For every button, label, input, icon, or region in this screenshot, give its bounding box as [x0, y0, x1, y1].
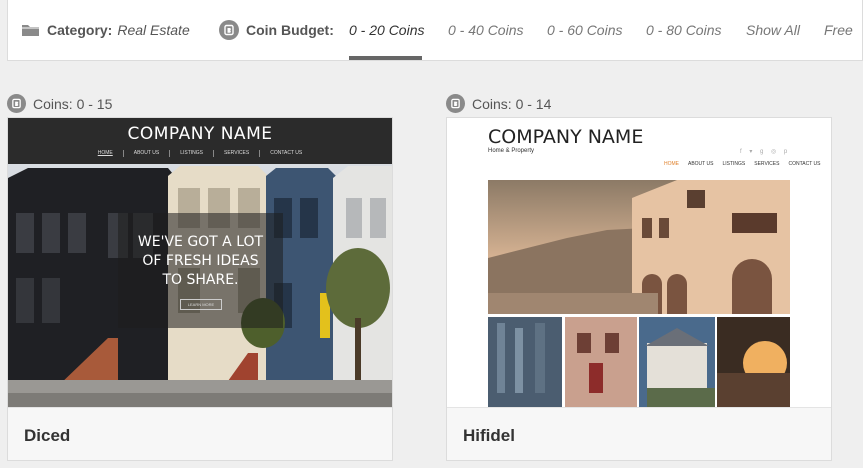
budget-option-free[interactable]: Free [824, 22, 853, 38]
property-photos [488, 180, 790, 407]
active-option-underline [349, 56, 422, 60]
template-coins-hifidel: Coins: 0 - 14 [446, 94, 551, 113]
template-name[interactable]: Diced [24, 426, 70, 446]
preview-logo: COMPANY NAME [127, 124, 273, 144]
coin-budget-label: Coin Budget: [246, 22, 334, 38]
preview-header: COMPANY NAME HOME ABOUT US LISTINGS SERV… [8, 118, 392, 164]
coins-range: Coins: 0 - 15 [33, 95, 113, 112]
filter-bar: Category: Real Estate Coin Budget: 0 - 2… [7, 0, 863, 61]
template-card-footer: Diced [8, 407, 392, 460]
template-preview-hifidel[interactable]: COMPANY NAME Home & Property f ▾ g ◎ p H… [447, 118, 831, 407]
preview-hero-overlay: WE'VE GOT A LOT OF FRESH IDEAS TO SHARE.… [118, 213, 283, 328]
template-preview-diced[interactable]: COMPANY NAME HOME ABOUT US LISTINGS SERV… [8, 118, 392, 407]
category-label: Category: [47, 22, 113, 38]
coin-icon [219, 20, 239, 40]
preview-nav-item: CONTACT US [259, 150, 312, 157]
folder-icon [22, 25, 39, 36]
budget-option-0-40[interactable]: 0 - 40 Coins [448, 22, 523, 38]
template-card-hifidel[interactable]: COMPANY NAME Home & Property f ▾ g ◎ p H… [446, 117, 832, 461]
budget-option-0-60[interactable]: 0 - 60 Coins [547, 22, 622, 38]
preview-nav: HOME ABOUT US LISTINGS SERVICES CONTACT … [8, 150, 392, 157]
tagline-line: WE'VE GOT A LOT [137, 234, 264, 250]
preview-tagline: WE'VE GOT A LOT OF FRESH IDEAS TO SHARE. [118, 233, 283, 290]
budget-option-show-all[interactable]: Show All [746, 22, 800, 38]
coin-budget: Coin Budget: [219, 20, 334, 40]
preview-learn-more-button: LEARN MORE [180, 299, 222, 310]
preview-nav-item: LISTINGS [169, 150, 213, 157]
coins-range: Coins: 0 - 14 [472, 95, 552, 112]
template-coins-diced: Coins: 0 - 15 [7, 94, 112, 113]
preview-nav-item: HOME [97, 150, 113, 156]
preview-nav-item: ABOUT US [122, 150, 169, 157]
coin-icon [7, 94, 26, 113]
template-card-footer: Hifidel [447, 407, 831, 460]
tagline-line: OF FRESH IDEAS [142, 253, 259, 269]
coin-icon [446, 94, 465, 113]
preview-nav-item: SERVICES [213, 150, 259, 157]
category-value: Real Estate [117, 22, 190, 38]
category-filter[interactable]: Category: Real Estate [21, 22, 190, 38]
tagline-line: TO SHARE. [162, 272, 239, 288]
budget-option-0-80[interactable]: 0 - 80 Coins [646, 22, 721, 38]
budget-option-0-20[interactable]: 0 - 20 Coins [349, 22, 424, 38]
template-name[interactable]: Hifidel [463, 426, 515, 446]
template-card-diced[interactable]: COMPANY NAME HOME ABOUT US LISTINGS SERV… [7, 117, 393, 461]
